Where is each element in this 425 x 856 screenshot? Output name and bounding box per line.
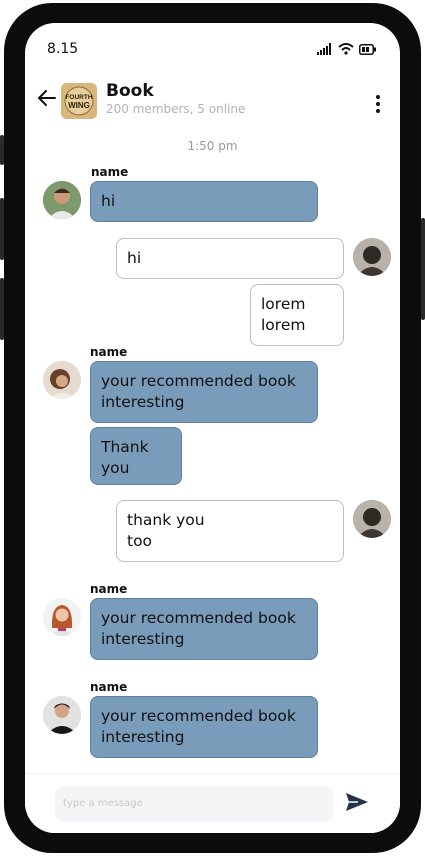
- avatar[interactable]: [43, 361, 81, 399]
- sender-name: name: [91, 165, 129, 179]
- sender-name: name: [90, 582, 128, 596]
- group-logo: FOURTH WING: [61, 83, 97, 119]
- message-bubble-outgoing[interactable]: lorem lorem: [250, 284, 344, 346]
- battery-icon: [359, 43, 376, 55]
- more-options-icon[interactable]: [376, 95, 380, 113]
- sender-name: name: [90, 680, 128, 694]
- message-timestamp: 1:50 pm: [187, 139, 238, 153]
- power-button: [421, 218, 425, 320]
- wifi-icon: [338, 43, 354, 55]
- sender-name: name: [90, 345, 128, 359]
- group-avatar[interactable]: FOURTH WING: [61, 83, 97, 119]
- back-arrow-icon[interactable]: [38, 90, 56, 106]
- avatar[interactable]: [43, 181, 81, 219]
- volume-down-button: [0, 278, 4, 340]
- chat-title: Book: [106, 81, 154, 101]
- status-icons: [317, 43, 376, 55]
- svg-text:FOURTH: FOURTH: [65, 94, 92, 101]
- signal-icon: [317, 43, 331, 55]
- message-input[interactable]: type a message: [55, 786, 333, 822]
- side-button: [0, 135, 4, 165]
- svg-text:WING: WING: [68, 101, 90, 110]
- screen: 8.15 FOURTH WING Book 200 members, 5 onl: [25, 23, 400, 833]
- message-bubble-incoming[interactable]: hi: [90, 181, 318, 222]
- status-time: 8.15: [47, 41, 79, 57]
- message-bubble-outgoing[interactable]: hi: [116, 238, 344, 279]
- chat-subtitle: 200 members, 5 online: [106, 102, 246, 116]
- message-bubble-incoming[interactable]: your recommended book interesting: [90, 361, 318, 423]
- avatar[interactable]: [353, 500, 391, 538]
- message-bubble-incoming[interactable]: your recommended book interesting: [90, 598, 318, 660]
- message-bubble-incoming[interactable]: Thank you: [90, 427, 182, 485]
- avatar[interactable]: [43, 598, 81, 636]
- avatar[interactable]: [43, 696, 81, 734]
- volume-up-button: [0, 198, 4, 260]
- avatar[interactable]: [353, 238, 391, 276]
- send-icon[interactable]: [345, 792, 369, 812]
- message-bubble-outgoing[interactable]: thank you too: [116, 500, 344, 562]
- message-bubble-incoming[interactable]: your recommended book interesting: [90, 696, 318, 758]
